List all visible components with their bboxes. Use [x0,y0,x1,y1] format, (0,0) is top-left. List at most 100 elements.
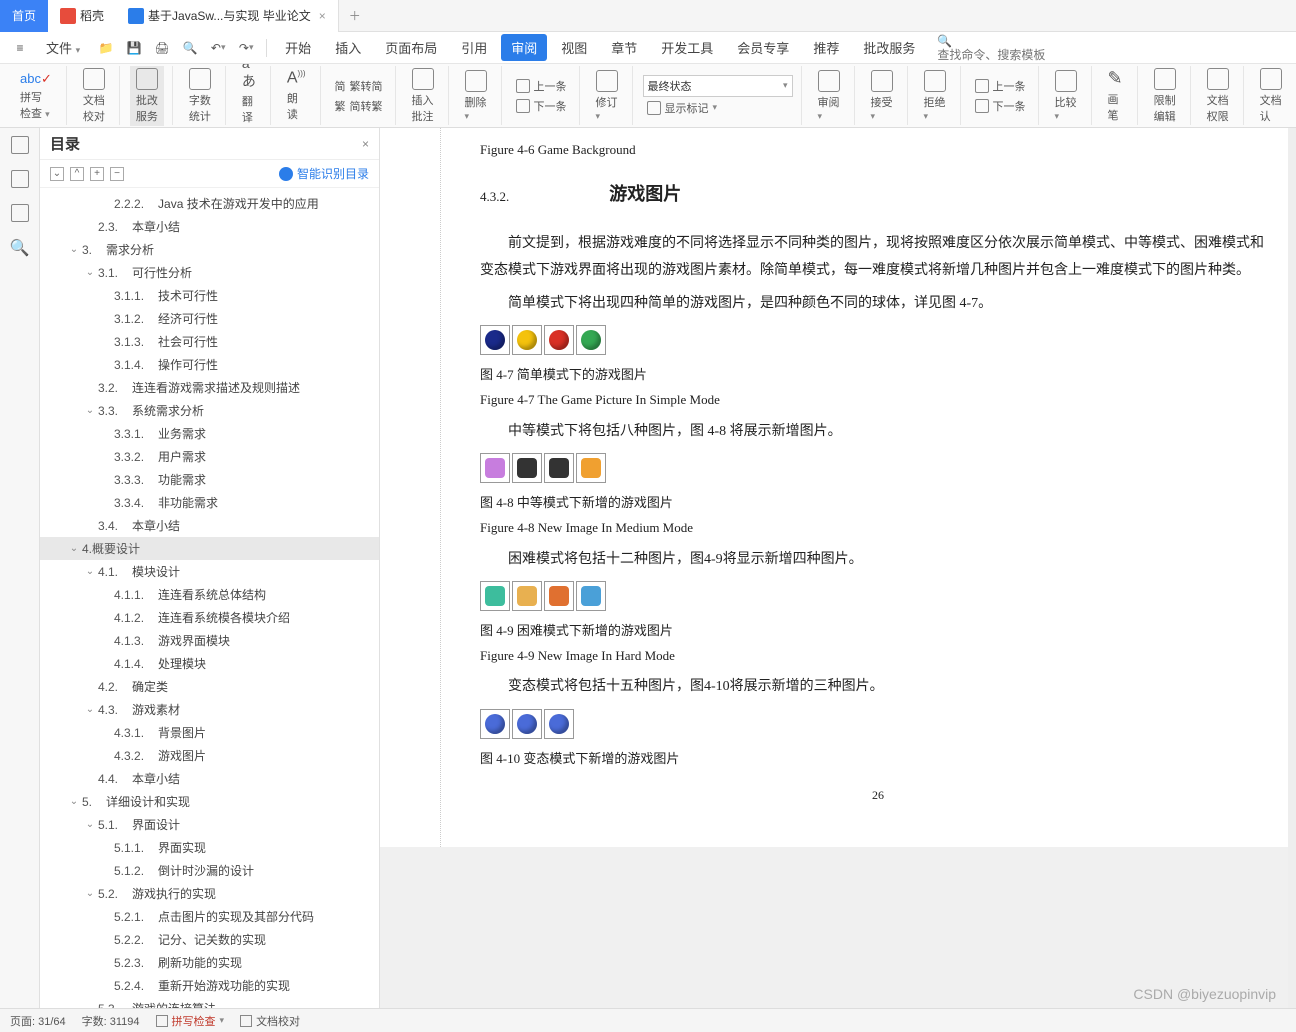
toc-item[interactable]: 5.2.1.点击图片的实现及其部分代码 [40,905,379,928]
compare-button[interactable]: 比较 ▾ [1049,68,1083,124]
tab-add[interactable]: ＋ [339,7,371,24]
nav-icon[interactable] [11,170,29,188]
chevron-down-icon[interactable]: ⌄ [68,796,80,807]
chevron-down-icon[interactable]: ⌄ [84,267,96,278]
toc-item[interactable]: 5.1.1.界面实现 [40,836,379,859]
menu-chapter[interactable]: 章节 [601,34,647,61]
toc-item[interactable]: ⌄4.概要设计 [40,537,379,560]
menu-insert[interactable]: 插入 [325,34,371,61]
preview-icon[interactable]: 🔍 [178,36,202,60]
translate-button[interactable]: aあ翻译 ▾ [236,64,262,128]
toc-item[interactable]: 4.1.2.连连看系统模各模块介绍 [40,606,379,629]
toc-item[interactable]: 4.1.3.游戏界面模块 [40,629,379,652]
toc-minus-icon[interactable]: − [110,167,124,181]
tab-home[interactable]: 首页 [0,0,48,32]
menu-review[interactable]: 审阅 [501,34,547,61]
toc-item[interactable]: ⌄5.2.游戏执行的实现 [40,882,379,905]
toc-item[interactable]: ⌄4.1.模块设计 [40,560,379,583]
status-proof[interactable]: 文档校对 [240,1013,300,1029]
toc-item[interactable]: 2.2.2.Java 技术在游戏开发中的应用 [40,192,379,215]
auth-button[interactable]: 文档认 [1254,66,1288,126]
tab-document[interactable]: 基于JavaSw...与实现 毕业论文× [116,0,339,32]
document-view[interactable]: Figure 4-6 Game Background 4.3.2. 游戏图片 前… [380,128,1296,1008]
pen-button[interactable]: ✎画笔 [1102,66,1129,125]
chevron-down-icon[interactable]: ⌄ [84,704,96,715]
chevron-down-icon[interactable]: ⌄ [84,1003,96,1008]
toc-close-icon[interactable]: × [362,137,369,151]
delete-comment-button[interactable]: 删除 ▾ [459,68,493,124]
display-mode-select[interactable]: 最终状态▾ [643,75,793,97]
toc-item[interactable]: ⌄3.1.可行性分析 [40,261,379,284]
tab-daoke[interactable]: 稻壳 [48,0,116,32]
save-icon[interactable]: 💾 [122,36,146,60]
toc-item[interactable]: 3.2.连连看游戏需求描述及规则描述 [40,376,379,399]
review-pane-button[interactable]: 审阅 ▾ [812,68,846,124]
toc-item[interactable]: 4.4.本章小结 [40,767,379,790]
redo-icon[interactable]: ↷▾ [234,36,258,60]
menu-start[interactable]: 开始 [275,34,321,61]
print-icon[interactable]: 🖨 [150,36,174,60]
page-indicator[interactable]: 页面: 31/64 [10,1013,66,1029]
toc-item[interactable]: 3.1.2.经济可行性 [40,307,379,330]
accept-button[interactable]: 接受 ▾ [865,68,899,124]
toc-item[interactable]: ⌄3.3.系统需求分析 [40,399,379,422]
wordcount-button[interactable]: 字数统计 [183,66,217,126]
undo-icon[interactable]: ↶▾ [206,36,230,60]
menu-view[interactable]: 视图 [551,34,597,61]
toc-item[interactable]: 3.1.1.技术可行性 [40,284,379,307]
toc-item[interactable]: 4.2.确定类 [40,675,379,698]
toc-item[interactable]: 3.3.2.用户需求 [40,445,379,468]
toc-item[interactable]: 3.4.本章小结 [40,514,379,537]
next-change-button[interactable]: 下一条 [971,97,1030,115]
toc-item[interactable]: 3.3.3.功能需求 [40,468,379,491]
toc-item[interactable]: 4.3.2.游戏图片 [40,744,379,767]
proof-button[interactable]: 文档校对 [77,66,111,126]
open-icon[interactable]: 📁 [94,36,118,60]
reject-button[interactable]: 拒绝 ▾ [918,68,952,124]
chevron-down-icon[interactable]: ⌄ [84,888,96,899]
scrollbar[interactable] [1288,128,1296,1008]
revise-button[interactable]: 批改服务 [130,66,164,126]
chevron-down-icon[interactable]: ⌄ [84,566,96,577]
toc-item[interactable]: ⌄3.需求分析 [40,238,379,261]
toc-auto-detect[interactable]: 智能识别目录 [279,165,369,182]
search-box[interactable]: 🔍 [937,34,1117,62]
insert-comment-button[interactable]: 插入批注 [406,66,440,126]
search-input[interactable] [937,48,1117,62]
prev-comment-button[interactable]: 上一条 [512,77,571,95]
toc-item[interactable]: 3.1.4.操作可行性 [40,353,379,376]
toc-item[interactable]: 3.3.1.业务需求 [40,422,379,445]
chevron-down-icon[interactable]: ⌄ [68,543,80,554]
toc-item[interactable]: 4.1.4.处理模块 [40,652,379,675]
toc-item[interactable]: 4.3.1.背景图片 [40,721,379,744]
toc-plus-icon[interactable]: + [90,167,104,181]
restrict-button[interactable]: 限制编辑 [1148,66,1182,126]
menu-member[interactable]: 会员专享 [727,34,799,61]
trad-to-simp-button[interactable]: 简繁转简 [331,77,387,95]
file-menu[interactable]: 文件 ▾ [36,34,90,61]
toc-item[interactable]: ⌄5.详细设计和实现 [40,790,379,813]
menu-correction[interactable]: 批改服务 [853,34,925,61]
menu-layout[interactable]: 页面布局 [375,34,447,61]
menu-recommend[interactable]: 推荐 [803,34,849,61]
menu-devtools[interactable]: 开发工具 [651,34,723,61]
toc-item[interactable]: ⌄5.3.游戏的连接算法 [40,997,379,1008]
toc-item[interactable]: 5.1.2.倒计时沙漏的设计 [40,859,379,882]
toc-item[interactable]: 4.1.1.连连看系统总体结构 [40,583,379,606]
toc-collapse-icon[interactable]: ⌄ [50,167,64,181]
close-icon[interactable]: × [319,9,326,23]
toc-item[interactable]: 5.2.3.刷新功能的实现 [40,951,379,974]
chevron-down-icon[interactable]: ⌄ [84,819,96,830]
toc-item[interactable]: ⌄4.3.游戏素材 [40,698,379,721]
menu-reference[interactable]: 引用 [451,34,497,61]
toc-item[interactable]: 2.3.本章小结 [40,215,379,238]
prev-change-button[interactable]: 上一条 [971,77,1030,95]
read-button[interactable]: A)))朗读 [281,67,312,123]
toc-item[interactable]: 5.2.2.记分、记关数的实现 [40,928,379,951]
toc-item[interactable]: 5.2.4.重新开始游戏功能的实现 [40,974,379,997]
chevron-down-icon[interactable]: ⌄ [68,244,80,255]
outline-icon[interactable] [11,136,29,154]
toc-list[interactable]: 2.2.2.Java 技术在游戏开发中的应用2.3.本章小结⌄3.需求分析⌄3.… [40,188,379,1008]
toc-expand-icon[interactable]: ^ [70,167,84,181]
perm-button[interactable]: 文档权限 [1201,66,1235,126]
